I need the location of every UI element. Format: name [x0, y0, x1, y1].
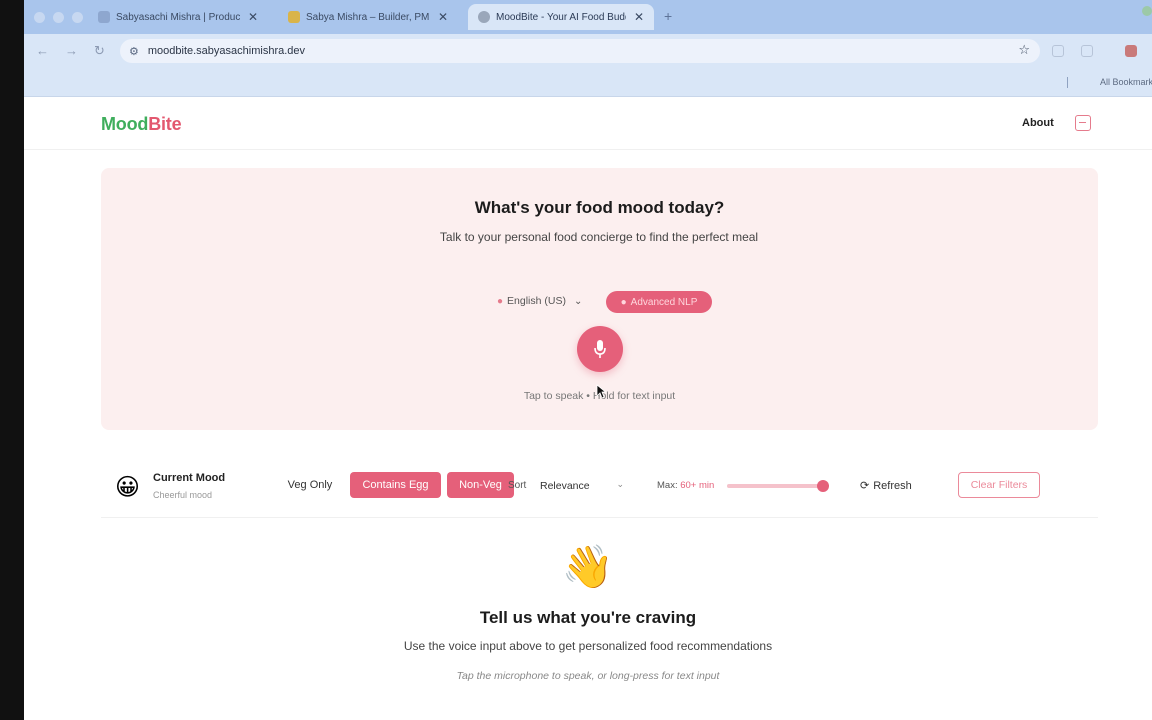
browser-tab-1[interactable]: Sabyasachi Mishra | Product ✕ [88, 4, 268, 30]
empty-state-subtitle: Use the voice input above to get persona… [403, 639, 773, 653]
tab-title: Sabya Mishra – Builder, PM [306, 11, 430, 23]
page-content: MoodBite About What's your food mood tod… [24, 98, 1152, 720]
non-veg-filter[interactable]: Non-Veg [447, 472, 514, 498]
nlp-label: Advanced NLP [630, 296, 698, 308]
current-mood-title: Current Mood [153, 472, 226, 484]
browser-toolbar: ← → ↻ ⚙ moodbite.sabyasachimishra.dev ☆ [24, 34, 1152, 68]
sort-select[interactable]: Relevance ⌄ [540, 479, 624, 492]
logo-mood-text: Mood [101, 114, 149, 134]
max-time-label: Max: 60+ min [657, 480, 714, 491]
waving-hand-icon: 👋 [561, 543, 615, 590]
tab-close-icon[interactable]: ✕ [634, 10, 644, 24]
minimize-window-dot[interactable] [53, 12, 64, 23]
browser-tab-2[interactable]: Sabya Mishra – Builder, PM ✕ [278, 4, 458, 30]
close-window-dot[interactable] [34, 12, 45, 23]
new-tab-icon[interactable]: + [664, 8, 672, 24]
refresh-label: Refresh [873, 479, 912, 492]
bookmarks-separator [1067, 77, 1068, 88]
profile-indicator-icon [1142, 6, 1152, 16]
chevron-down-icon: ⌄ [616, 479, 624, 489]
empty-state-title: Tell us what you're craving [479, 608, 697, 627]
microphone-button[interactable] [577, 326, 623, 372]
veg-only-filter[interactable]: Veg Only [277, 472, 343, 498]
cart-icon[interactable] [1075, 115, 1091, 131]
empty-state-hint: Tap the microphone to speak, or long-pre… [456, 670, 720, 682]
bookmark-star-icon[interactable]: ☆ [1018, 42, 1030, 58]
address-bar[interactable]: ⚙ moodbite.sabyasachimishra.dev ☆ [120, 39, 1040, 63]
browser-tab-3-active[interactable]: MoodBite - Your AI Food Buddy ✕ [468, 4, 654, 30]
language-value: English (US) [507, 295, 566, 307]
brain-icon: ● [620, 296, 627, 308]
filter-bar: 😀 Current Mood Cheerful mood Veg Only Co… [101, 462, 1098, 518]
maximize-window-dot[interactable] [72, 12, 83, 23]
clear-filters-button[interactable]: Clear Filters [958, 472, 1040, 498]
advanced-nlp-toggle[interactable]: ● Advanced NLP [606, 291, 712, 313]
tab-close-icon[interactable]: ✕ [248, 10, 258, 24]
about-link[interactable]: About [1022, 117, 1054, 129]
tab-favicon-icon [98, 11, 110, 23]
slider-handle[interactable] [817, 480, 829, 492]
forward-arrow-icon[interactable]: → [65, 43, 78, 58]
current-mood-value: Cheerful mood [153, 490, 213, 500]
profile-avatar-icon[interactable] [1125, 45, 1137, 57]
refresh-icon: ⟳ [860, 480, 870, 492]
mood-emoji-icon: 😀 [115, 474, 141, 501]
site-header: MoodBite About [24, 98, 1152, 150]
browser-tab-bar: Sabyasachi Mishra | Product ✕ Sabya Mish… [24, 0, 1152, 34]
hero-subtitle: Talk to your personal food concierge to … [439, 230, 759, 244]
refresh-button[interactable]: ⟳ Refresh [860, 479, 912, 493]
sort-value: Relevance [540, 480, 590, 492]
screen: Sabyasachi Mishra | Product ✕ Sabya Mish… [24, 0, 1152, 720]
extensions-puzzle-icon[interactable] [1081, 45, 1093, 57]
globe-icon: ● [497, 295, 504, 307]
max-label-text: Max: [657, 480, 678, 491]
tab-title: MoodBite - Your AI Food Buddy [496, 11, 626, 23]
max-time-value: 60+ min [680, 480, 715, 491]
tab-title: Sabyasachi Mishra | Product [116, 11, 240, 23]
contains-egg-filter[interactable]: Contains Egg [350, 472, 441, 498]
hero-title: What's your food mood today? [474, 198, 725, 217]
logo-bite-text: Bite [148, 114, 182, 134]
url-text: moodbite.sabyasachimishra.dev [147, 45, 306, 57]
language-selector[interactable]: ● English (US) ⌄ [497, 295, 582, 307]
tab-favicon-icon [478, 11, 490, 23]
tab-favicon-icon [288, 11, 300, 23]
bookmarks-bar: All Bookmarks [24, 68, 1152, 97]
extension-icon[interactable] [1052, 45, 1064, 57]
max-time-slider[interactable] [727, 480, 829, 492]
window-controls [34, 12, 83, 23]
reload-icon[interactable]: ↻ [94, 43, 105, 59]
slider-fill [727, 484, 823, 488]
chevron-down-icon: ⌄ [573, 295, 583, 307]
moodbite-logo[interactable]: MoodBite [101, 114, 182, 135]
site-settings-icon[interactable]: ⚙ [129, 45, 139, 58]
tab-close-icon[interactable]: ✕ [438, 10, 448, 24]
back-arrow-icon[interactable]: ← [36, 43, 49, 58]
microphone-icon [594, 340, 606, 358]
sort-label: Sort [508, 480, 527, 491]
all-bookmarks-link[interactable]: All Bookmarks [1100, 77, 1152, 87]
mouse-cursor-icon [596, 384, 606, 399]
